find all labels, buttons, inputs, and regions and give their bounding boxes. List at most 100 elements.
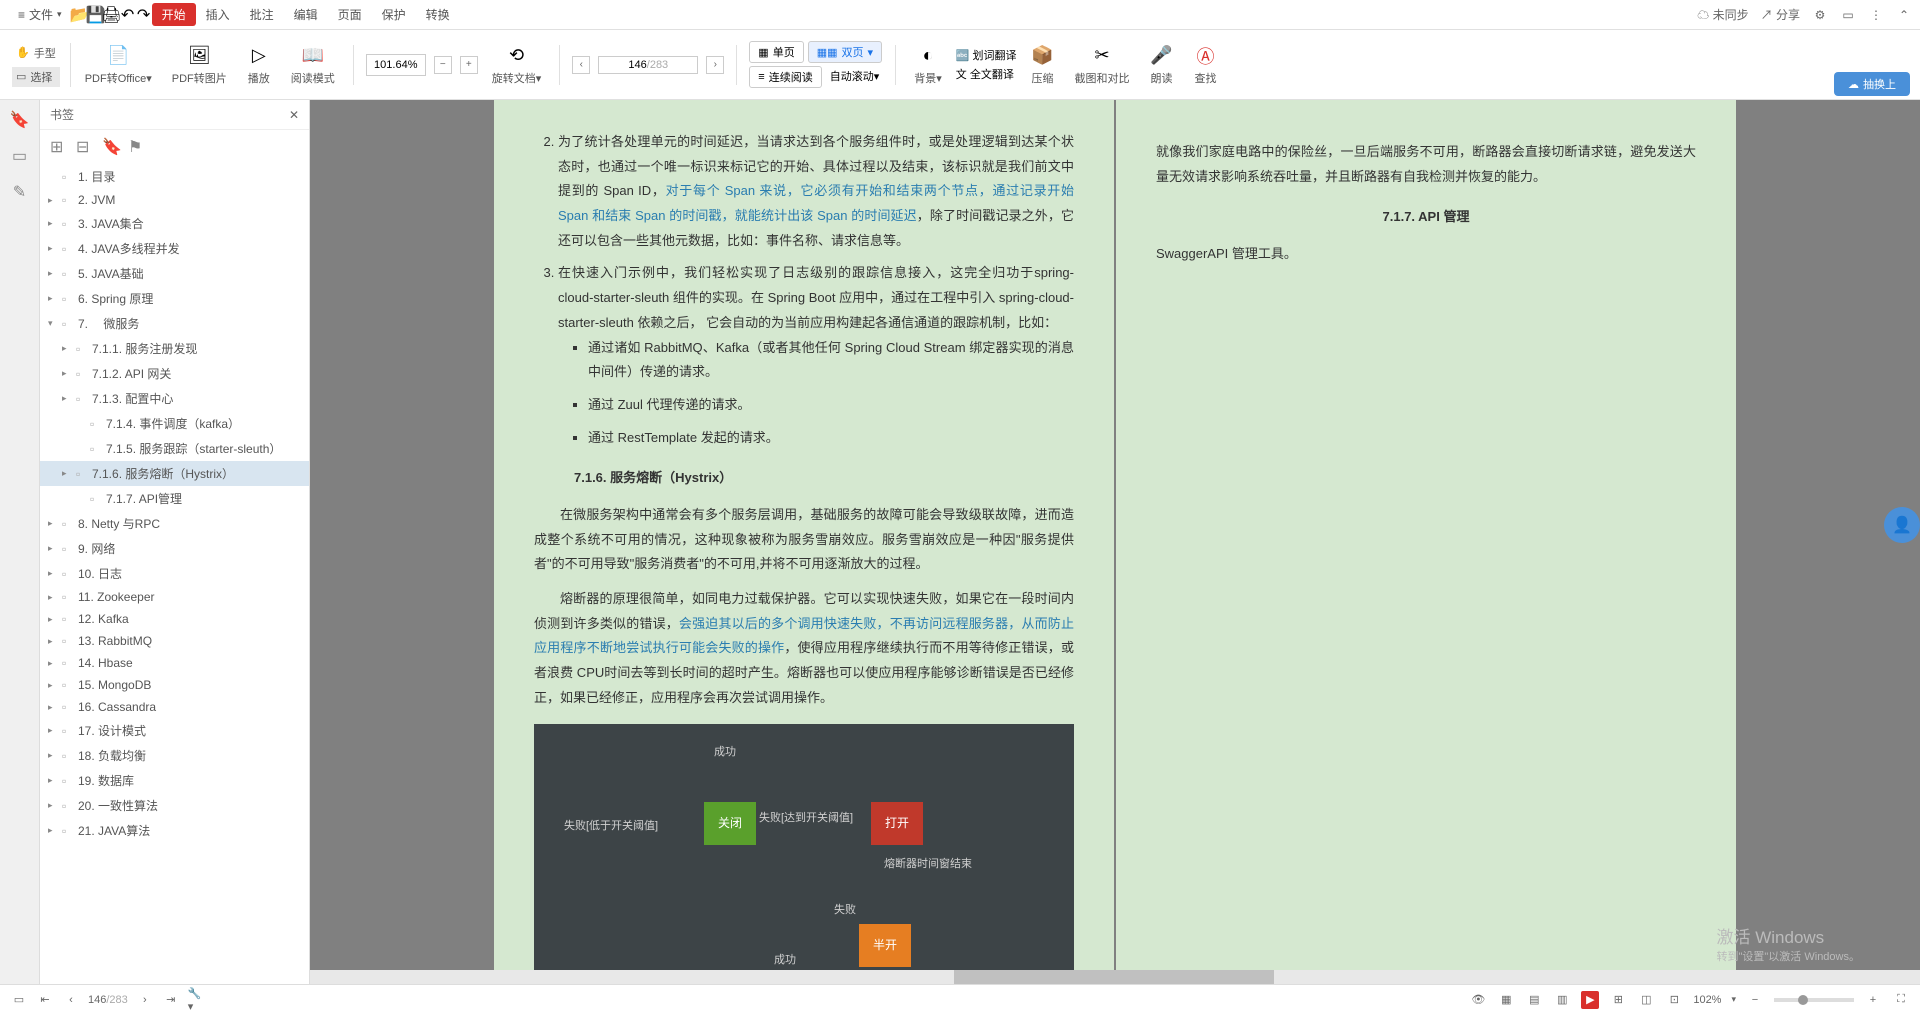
bookmark-item[interactable]: ▾▫7. 微服务 [40, 311, 309, 336]
menu-file[interactable]: ≡文件▾ [8, 6, 72, 23]
prev-page-icon[interactable]: ‹ [62, 991, 80, 1009]
full-translate[interactable]: 文 全文翻译 [956, 66, 1017, 82]
view4-icon[interactable]: ▶ [1581, 991, 1599, 1009]
view3-icon[interactable]: ▥ [1553, 991, 1571, 1009]
redo-icon[interactable]: ↷ [136, 7, 152, 23]
pdf-to-image[interactable]: 🖼PDF转图片 [166, 44, 233, 86]
document-viewer[interactable]: 为了统计各处理单元的时间延迟，当请求达到各个服务组件时，或是处理逻辑到达某个状态… [310, 100, 1920, 984]
view7-icon[interactable]: ⊡ [1665, 991, 1683, 1009]
bookmark-rail-icon[interactable]: 🔖 [10, 110, 30, 130]
view5-icon[interactable]: ⊞ [1609, 991, 1627, 1009]
auto-scroll[interactable]: 自动滚动▾ [826, 66, 884, 88]
rotate-doc[interactable]: ⟲旋转文档▾ [486, 44, 548, 86]
more-icon[interactable]: ⋮ [1868, 7, 1884, 23]
page-input[interactable]: 146/283 [598, 56, 698, 74]
bookmark-item[interactable]: ▸▫11. Zookeeper [40, 586, 309, 608]
bookmark-item[interactable]: ▸▫16. Cassandra [40, 696, 309, 718]
bookmark-add-icon[interactable]: 🔖 [102, 137, 118, 153]
double-page[interactable]: ▦▦ 双页 ▾ [808, 41, 882, 63]
collapse-icon[interactable]: ⌃ [1896, 7, 1912, 23]
eye-icon[interactable]: 👁 [1469, 991, 1487, 1009]
print-icon[interactable]: 🖨 [104, 7, 120, 23]
view6-icon[interactable]: ◫ [1637, 991, 1655, 1009]
menu-annotate[interactable]: 批注 [240, 6, 284, 23]
first-page-icon[interactable]: ⇤ [36, 991, 54, 1009]
last-page-icon[interactable]: ⇥ [162, 991, 180, 1009]
menu-convert[interactable]: 转换 [416, 6, 460, 23]
view1-icon[interactable]: ▦ [1497, 991, 1515, 1009]
view2-icon[interactable]: ▤ [1525, 991, 1543, 1009]
zoom-in-icon[interactable]: + [1864, 991, 1882, 1009]
share-button[interactable]: ↗ 分享 [1761, 6, 1800, 23]
bookmark-item[interactable]: ▫1. 目录 [40, 164, 309, 189]
bookmark-item[interactable]: ▸▫9. 网络 [40, 536, 309, 561]
page-indicator[interactable]: 146/283 [88, 994, 128, 1006]
bookmark-item[interactable]: ▫7.1.7. API管理 [40, 486, 309, 511]
bookmark-item[interactable]: ▸▫8. Netty 与RPC [40, 511, 309, 536]
screenshot-compare[interactable]: ✂截图和对比 [1069, 44, 1136, 86]
bookmark-item[interactable]: ▸▫19. 数据库 [40, 768, 309, 793]
select-tool[interactable]: ▭ 选择 [12, 67, 60, 87]
bookmark-item[interactable]: ▫7.1.5. 服务跟踪（starter-sleuth） [40, 436, 309, 461]
find[interactable]: Ⓐ查找 [1188, 44, 1224, 86]
menu-protect[interactable]: 保护 [372, 6, 416, 23]
bookmark-item[interactable]: ▸▫17. 设计模式 [40, 718, 309, 743]
bookmark-item[interactable]: ▸▫7.1.6. 服务熔断（Hystrix） [40, 461, 309, 486]
zoom-input[interactable] [366, 54, 426, 76]
read-aloud[interactable]: 🎤朗读 [1144, 44, 1180, 86]
bookmark-item[interactable]: ▸▫18. 负载均衡 [40, 743, 309, 768]
bookmark-item[interactable]: ▸▫7.1.1. 服务注册发现 [40, 336, 309, 361]
hand-tool[interactable]: ✋ 手型 [12, 43, 60, 63]
zoom-out[interactable]: − [434, 56, 452, 74]
gear-icon[interactable]: ⚙ [1812, 7, 1828, 23]
outline-rail-icon[interactable]: ✎ [10, 182, 30, 202]
bookmark-item[interactable]: ▸▫15. MongoDB [40, 674, 309, 696]
menu-insert[interactable]: 插入 [196, 6, 240, 23]
bookmark-item[interactable]: ▸▫3. JAVA集合 [40, 211, 309, 236]
word-translate[interactable]: 🔤 划词翻译 [956, 47, 1017, 63]
bookmark-item[interactable]: ▸▫7.1.2. API 网关 [40, 361, 309, 386]
zoom-in[interactable]: + [460, 56, 478, 74]
expand-all-icon[interactable]: ⊞ [50, 137, 66, 153]
bookmark-item[interactable]: ▸▫6. Spring 原理 [40, 286, 309, 311]
next-page[interactable]: › [706, 56, 724, 74]
thumbnail-rail-icon[interactable]: ▭ [10, 146, 30, 166]
prev-page[interactable]: ‹ [572, 56, 590, 74]
sidebar-toggle-icon[interactable]: ▭ [10, 991, 28, 1009]
tools-icon[interactable]: 🔧▾ [188, 991, 206, 1009]
bookmark-item[interactable]: ▸▫21. JAVA算法 [40, 818, 309, 843]
menu-page[interactable]: 页面 [328, 6, 372, 23]
bookmark-item[interactable]: ▸▫10. 日志 [40, 561, 309, 586]
bookmark-item[interactable]: ▸▫7.1.3. 配置中心 [40, 386, 309, 411]
float-assistant-icon[interactable]: 👤 [1884, 507, 1920, 543]
bookmark-item[interactable]: ▸▫12. Kafka [40, 608, 309, 630]
background[interactable]: ◐背景▾ [908, 44, 948, 86]
bookmark-item[interactable]: ▸▫4. JAVA多线程并发 [40, 236, 309, 261]
zoom-slider[interactable] [1774, 998, 1854, 1002]
bookmark-item[interactable]: ▸▫2. JVM [40, 189, 309, 211]
swap-button[interactable]: ☁ 抽换上 [1834, 72, 1910, 96]
menu-edit[interactable]: 编辑 [284, 6, 328, 23]
play-button[interactable]: ▷播放 [241, 44, 277, 86]
zoom-label[interactable]: 102% [1693, 994, 1721, 1006]
menu-start[interactable]: 开始 [152, 3, 196, 26]
window-icon[interactable]: ▭ [1840, 7, 1856, 23]
bookmark-item[interactable]: ▫7.1.4. 事件调度（kafka） [40, 411, 309, 436]
undo-icon[interactable]: ↶ [120, 7, 136, 23]
continuous-read[interactable]: ≡ 连续阅读 [749, 66, 821, 88]
collapse-all-icon[interactable]: ⊟ [76, 137, 92, 153]
zoom-out-icon[interactable]: − [1746, 991, 1764, 1009]
compress[interactable]: 📦压缩 [1025, 44, 1061, 86]
fullscreen-icon[interactable]: ⛶ [1892, 991, 1910, 1009]
bookmark-item[interactable]: ▸▫14. Hbase [40, 652, 309, 674]
reading-mode[interactable]: 📖阅读模式 [285, 44, 341, 86]
next-page-icon[interactable]: › [136, 991, 154, 1009]
bookmark-item[interactable]: ▸▫13. RabbitMQ [40, 630, 309, 652]
pdf-to-office[interactable]: 📄PDF转Office▾ [79, 44, 158, 86]
horizontal-scrollbar[interactable] [310, 970, 1920, 984]
close-panel-icon[interactable]: ✕ [289, 108, 299, 122]
sync-status[interactable]: ☁ 未同步 [1697, 6, 1748, 23]
single-page[interactable]: ▦ 单页 [749, 41, 803, 63]
bookmark-flag-icon[interactable]: ⚑ [128, 137, 144, 153]
bookmark-item[interactable]: ▸▫5. JAVA基础 [40, 261, 309, 286]
